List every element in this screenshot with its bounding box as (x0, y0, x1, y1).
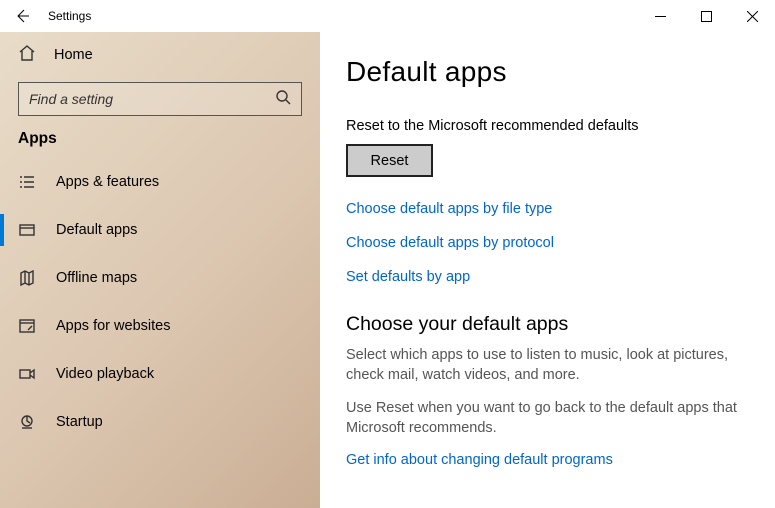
sidebar-item-apps-features[interactable]: Apps & features (0, 158, 320, 206)
search-box[interactable] (18, 82, 302, 116)
maximize-button[interactable] (683, 0, 729, 32)
link-protocol[interactable]: Choose default apps by protocol (346, 235, 749, 251)
section-header: Apps (0, 130, 320, 158)
choose-paragraph-1: Select which apps to use to listen to mu… (346, 346, 749, 385)
sidebar-item-startup[interactable]: Startup (0, 398, 320, 446)
sidebar-home[interactable]: Home (0, 32, 320, 78)
minimize-button[interactable] (637, 0, 683, 32)
nav-label: Apps for websites (56, 318, 170, 334)
page-title: Default apps (346, 56, 749, 88)
map-icon (18, 269, 36, 287)
reset-button[interactable]: Reset (346, 144, 433, 177)
window-title: Settings (44, 9, 91, 23)
choose-header: Choose your default apps (346, 313, 749, 336)
maximize-icon (701, 11, 712, 22)
video-icon (18, 365, 36, 383)
back-button[interactable] (0, 0, 44, 32)
sidebar-item-offline-maps[interactable]: Offline maps (0, 254, 320, 302)
search-icon (275, 89, 291, 110)
reset-description: Reset to the Microsoft recommended defau… (346, 118, 749, 134)
nav-label: Video playback (56, 366, 154, 382)
website-icon (18, 317, 36, 335)
sidebar-item-default-apps[interactable]: Default apps (0, 206, 320, 254)
home-icon (18, 44, 36, 67)
choose-paragraph-2: Use Reset when you want to go back to th… (346, 399, 749, 438)
close-icon (747, 11, 758, 22)
link-by-app[interactable]: Set defaults by app (346, 269, 749, 285)
list-icon (18, 173, 36, 191)
close-button[interactable] (729, 0, 775, 32)
nav-label: Offline maps (56, 270, 137, 286)
title-bar: Settings (0, 0, 775, 32)
sidebar: Home Apps Apps & features Default apps O… (0, 32, 320, 508)
nav-label: Default apps (56, 222, 137, 238)
search-input[interactable] (29, 91, 259, 107)
sidebar-item-video-playback[interactable]: Video playback (0, 350, 320, 398)
link-info[interactable]: Get info about changing default programs (346, 452, 749, 468)
default-apps-icon (18, 221, 36, 239)
nav-label: Startup (56, 414, 103, 430)
minimize-icon (655, 11, 666, 22)
content-area: Default apps Reset to the Microsoft reco… (320, 32, 775, 508)
sidebar-item-apps-for-websites[interactable]: Apps for websites (0, 302, 320, 350)
startup-icon (18, 413, 36, 431)
nav-label: Apps & features (56, 174, 159, 190)
link-file-type[interactable]: Choose default apps by file type (346, 201, 749, 217)
home-label: Home (54, 47, 93, 63)
arrow-left-icon (14, 8, 30, 24)
